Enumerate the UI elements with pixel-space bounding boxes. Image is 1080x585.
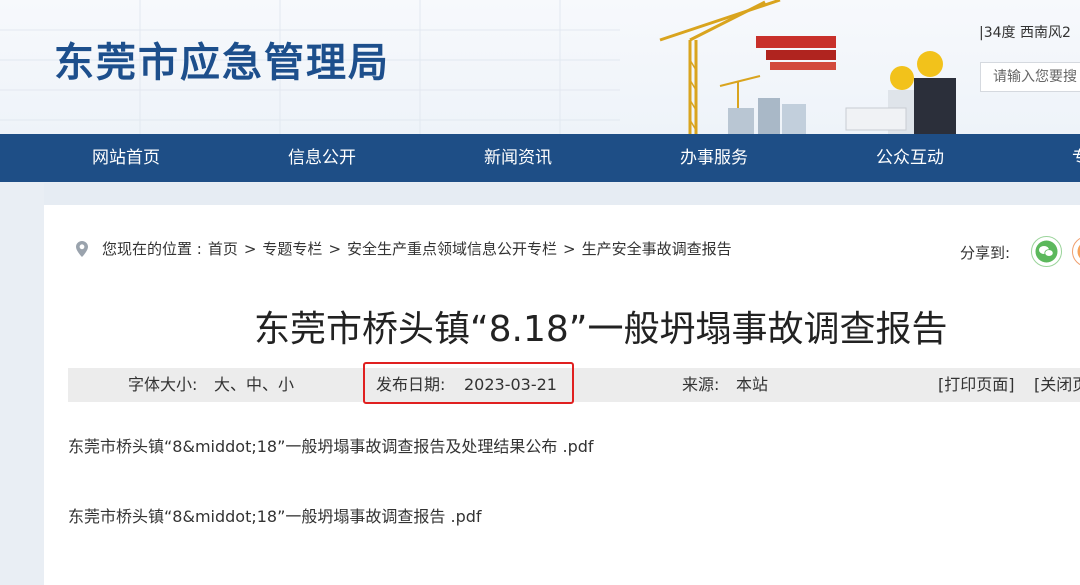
location-pin-icon — [76, 241, 88, 257]
search-input[interactable]: 请输入您要搜 — [980, 62, 1080, 92]
nav-item-info-disclosure[interactable]: 信息公开 — [288, 134, 356, 182]
nav-item-home[interactable]: 网站首页 — [92, 134, 160, 182]
nav-item-interaction[interactable]: 公众互动 — [876, 134, 944, 182]
breadcrumb-separator: > — [328, 240, 341, 258]
weather-info: |34度 西南风2 — [979, 22, 1071, 42]
breadcrumb: 您现在的位置 : 首页 > 专题专栏 > 安全生产重点领域信息公开专栏 > 生产… — [76, 238, 732, 259]
nav-item-special[interactable]: 专 — [1072, 134, 1080, 182]
breadcrumb-item-accident-reports[interactable]: 生产安全事故调查报告 — [582, 238, 732, 259]
share-more-icon — [1073, 237, 1080, 266]
font-size-options[interactable]: 大、中、小 — [214, 368, 294, 402]
source-label: 来源: — [682, 368, 719, 402]
article-title: 东莞市桥头镇“8.18”一般坍塌事故调查报告 — [254, 300, 947, 352]
article-meta-bar: 字体大小: 大、中、小 发布日期: 2023-03-21 来源: 本站 [打印页… — [68, 368, 1080, 402]
close-page-link[interactable]: [关闭页 — [1034, 368, 1080, 402]
breadcrumb-item-special[interactable]: 专题专栏 — [262, 238, 322, 259]
breadcrumb-separator: > — [563, 240, 576, 258]
share-more-button[interactable] — [1072, 236, 1080, 267]
attachment-link[interactable]: 东莞市桥头镇“8&middot;18”一般坍塌事故调查报告及处理结果公布 .pd… — [68, 433, 594, 457]
header-illustration — [620, 0, 980, 134]
site-header: 东莞市应急管理局 |34度 西南风2 请输入您要搜 — [0, 0, 1080, 134]
source-value: 本站 — [736, 368, 768, 402]
print-page-link[interactable]: [打印页面] — [938, 368, 1015, 402]
date-highlight-box — [363, 362, 574, 404]
share-label: 分享到: — [960, 242, 1010, 263]
main-nav: 网站首页 信息公开 新闻资讯 办事服务 公众互动 专 — [0, 134, 1080, 182]
breadcrumb-item-safety-column[interactable]: 安全生产重点领域信息公开专栏 — [347, 238, 557, 259]
breadcrumb-separator: > — [244, 240, 257, 258]
site-title[interactable]: 东莞市应急管理局 — [54, 30, 390, 88]
page-backdrop — [44, 183, 1080, 205]
breadcrumb-prefix: 您现在的位置 : — [102, 238, 202, 259]
wechat-icon — [1032, 237, 1061, 266]
font-size-label: 字体大小: — [128, 368, 197, 402]
attachment-link[interactable]: 东莞市桥头镇“8&middot;18”一般坍塌事故调查报告 .pdf — [68, 503, 482, 527]
nav-item-services[interactable]: 办事服务 — [680, 134, 748, 182]
nav-item-news[interactable]: 新闻资讯 — [484, 134, 552, 182]
share-wechat-button[interactable] — [1031, 236, 1062, 267]
breadcrumb-item-home[interactable]: 首页 — [208, 238, 238, 259]
